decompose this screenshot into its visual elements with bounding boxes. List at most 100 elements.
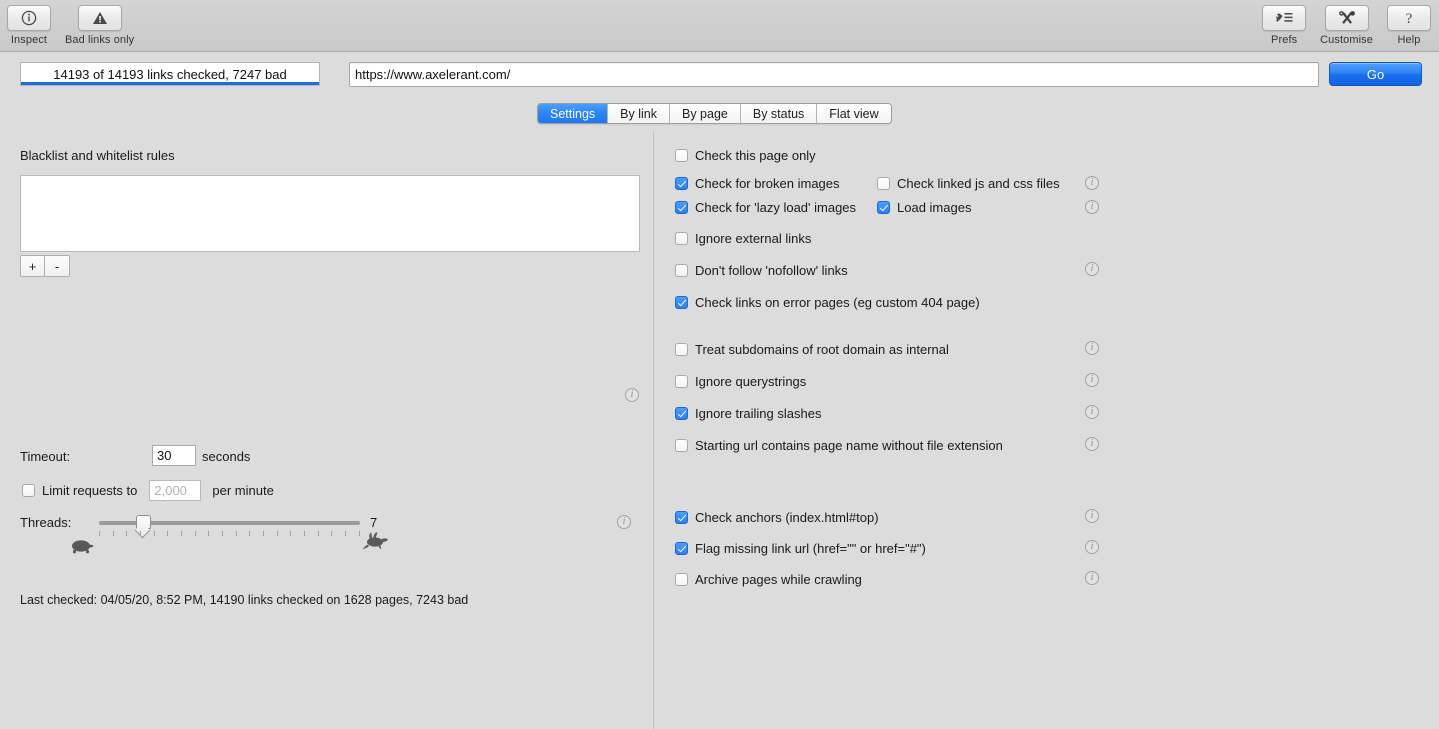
info-icon-flag-missing-link-url[interactable]: i	[1085, 540, 1099, 554]
turtle-icon	[68, 536, 94, 557]
remove-rule-button[interactable]: -	[45, 255, 70, 277]
checkbox-ignore-querystrings[interactable]	[675, 375, 688, 388]
status-field: 14193 of 14193 links checked, 7247 bad	[20, 62, 320, 86]
checkbox-check-linked-js-and-css[interactable]	[877, 177, 890, 190]
help-button-face[interactable]: ?	[1387, 5, 1431, 31]
checkbox-load-images[interactable]	[877, 201, 890, 214]
toolbar-label-help: Help	[1397, 34, 1421, 46]
checkbox-check-for-broken-images[interactable]	[675, 177, 688, 190]
toolbar-right-group: Prefs Customise ? Help	[1248, 5, 1431, 46]
option-dont-follow-nofollow-links[interactable]: Don't follow 'nofollow' links	[675, 263, 848, 278]
tab-settings[interactable]: Settings	[538, 104, 609, 123]
tools-cross-icon	[1338, 11, 1355, 24]
option-ignore-querystrings[interactable]: Ignore querystrings	[675, 374, 806, 389]
label-check-for-broken-images: Check for broken images	[695, 176, 840, 191]
info-icon-ignore-querystrings[interactable]: i	[1085, 373, 1099, 387]
timeout-value: 30	[157, 448, 172, 463]
label-check-linked-js-and-css: Check linked js and css files	[897, 176, 1060, 191]
limit-requests-unit-label: per minute	[212, 483, 274, 498]
info-icon-check-linked-js-and-css[interactable]: i	[1085, 176, 1099, 190]
option-archive-pages-while-crawling[interactable]: Archive pages while crawling	[675, 572, 862, 587]
inspect-button-face[interactable]	[7, 5, 51, 31]
checkbox-ignore-trailing-slashes[interactable]	[675, 407, 688, 420]
option-check-anchors[interactable]: Check anchors (index.html#top)	[675, 510, 879, 525]
option-load-images[interactable]: Load images	[877, 200, 971, 215]
checkbox-starting-url-contains-page-name[interactable]	[675, 439, 688, 452]
info-icon-dont-follow-nofollow-links[interactable]: i	[1085, 262, 1099, 276]
toolbar-button-customise[interactable]: Customise	[1320, 5, 1373, 46]
option-ignore-trailing-slashes[interactable]: Ignore trailing slashes	[675, 406, 821, 421]
option-check-this-page-only[interactable]: Check this page only	[675, 148, 816, 163]
go-button[interactable]: Go	[1329, 62, 1422, 86]
option-check-links-on-error-pages[interactable]: Check links on error pages (eg custom 40…	[675, 295, 980, 310]
preferences-wrench-icon	[1276, 13, 1293, 22]
label-check-lazy-load-images: Check for 'lazy load' images	[695, 200, 857, 215]
info-icon-archive-pages-while-crawling[interactable]: i	[1085, 571, 1099, 585]
toolbar-button-inspect[interactable]: Inspect	[7, 5, 51, 46]
info-icon-treat-subdomains-as-internal[interactable]: i	[1085, 341, 1099, 355]
rabbit-icon	[362, 531, 389, 554]
question-mark-icon: ?	[1406, 11, 1413, 26]
info-icon-check-anchors[interactable]: i	[1085, 509, 1099, 523]
tab-flat-view[interactable]: Flat view	[817, 104, 891, 123]
option-check-for-broken-images[interactable]: Check for broken images	[675, 176, 840, 191]
limit-requests-input[interactable]: 2,000	[149, 480, 202, 501]
rules-info-icon[interactable]: i	[625, 388, 639, 402]
rules-list-box[interactable]	[20, 175, 640, 252]
timeout-label: Timeout:	[20, 449, 71, 464]
label-ignore-querystrings: Ignore querystrings	[695, 374, 807, 389]
checkbox-flag-missing-link-url[interactable]	[675, 542, 688, 555]
checkbox-check-lazy-load-images[interactable]	[675, 201, 688, 214]
label-ignore-trailing-slashes: Ignore trailing slashes	[695, 406, 822, 421]
tab-by-page[interactable]: By page	[670, 104, 741, 123]
timeout-input[interactable]: 30	[152, 445, 196, 466]
checkbox-treat-subdomains-as-internal[interactable]	[675, 343, 688, 356]
label-ignore-external-links: Ignore external links	[695, 231, 812, 246]
limit-requests-row: Limit requests to 2,000 per minute	[22, 480, 274, 501]
limit-requests-placeholder: 2,000	[154, 483, 187, 498]
url-input[interactable]: https://www.axelerant.com/	[349, 62, 1319, 87]
checkbox-archive-pages-while-crawling[interactable]	[675, 573, 688, 586]
url-row: 14193 of 14193 links checked, 7247 bad h…	[0, 52, 1439, 96]
option-treat-subdomains-as-internal[interactable]: Treat subdomains of root domain as inter…	[675, 342, 949, 357]
view-tab-bar: Settings By link By page By status Flat …	[537, 103, 892, 124]
option-ignore-external-links[interactable]: Ignore external links	[675, 231, 811, 246]
svg-text:?: ?	[1406, 11, 1413, 26]
toolbar-button-help[interactable]: ? Help	[1387, 5, 1431, 46]
threads-value: 7	[370, 515, 378, 530]
bad-links-only-button-face[interactable]	[77, 5, 122, 31]
toolbar-button-prefs[interactable]: Prefs	[1262, 5, 1307, 46]
checkbox-check-this-page-only[interactable]	[675, 149, 688, 162]
toolbar-left-group: Inspect Bad links only	[7, 5, 148, 46]
toolbar-button-bad-links-only[interactable]: Bad links only	[65, 5, 134, 46]
info-circle-icon	[21, 10, 37, 26]
info-icon-ignore-trailing-slashes[interactable]: i	[1085, 405, 1099, 419]
info-icon-load-images[interactable]: i	[1085, 200, 1099, 214]
checkbox-ignore-external-links[interactable]	[675, 232, 688, 245]
checkbox-check-links-on-error-pages[interactable]	[675, 296, 688, 309]
customise-button-face[interactable]	[1324, 5, 1369, 31]
label-check-anchors: Check anchors (index.html#top)	[695, 510, 879, 525]
status-text: 14193 of 14193 links checked, 7247 bad	[53, 66, 287, 82]
prefs-button-face[interactable]	[1262, 5, 1307, 31]
threads-slider[interactable]	[99, 515, 360, 539]
timeout-unit-label: seconds	[202, 449, 251, 464]
add-rule-button[interactable]: +	[20, 255, 45, 277]
tab-by-link[interactable]: By link	[608, 104, 670, 123]
option-check-linked-js-and-css[interactable]: Check linked js and css files	[877, 176, 1060, 191]
option-check-lazy-load-images[interactable]: Check for 'lazy load' images	[675, 200, 856, 215]
option-starting-url-contains-page-name[interactable]: Starting url contains page name without …	[675, 438, 1003, 453]
info-icon-starting-url-contains-page-name[interactable]: i	[1085, 437, 1099, 451]
rules-label: Blacklist and whitelist rules	[20, 148, 175, 163]
limit-requests-checkbox[interactable]	[22, 484, 35, 497]
label-load-images: Load images	[897, 200, 972, 215]
status-progress-bar	[21, 82, 319, 85]
left-settings-pane: Blacklist and whitelist rules + - i Time…	[0, 131, 653, 729]
limit-requests-label: Limit requests to	[42, 483, 138, 498]
checkbox-dont-follow-nofollow-links[interactable]	[675, 264, 688, 277]
checkbox-check-anchors[interactable]	[675, 511, 688, 524]
right-settings-pane: Check this page only Check for broken im…	[654, 131, 1439, 729]
threads-info-icon[interactable]: i	[617, 515, 631, 529]
option-flag-missing-link-url[interactable]: Flag missing link url (href="" or href="…	[675, 541, 926, 556]
tab-by-status[interactable]: By status	[740, 104, 818, 123]
